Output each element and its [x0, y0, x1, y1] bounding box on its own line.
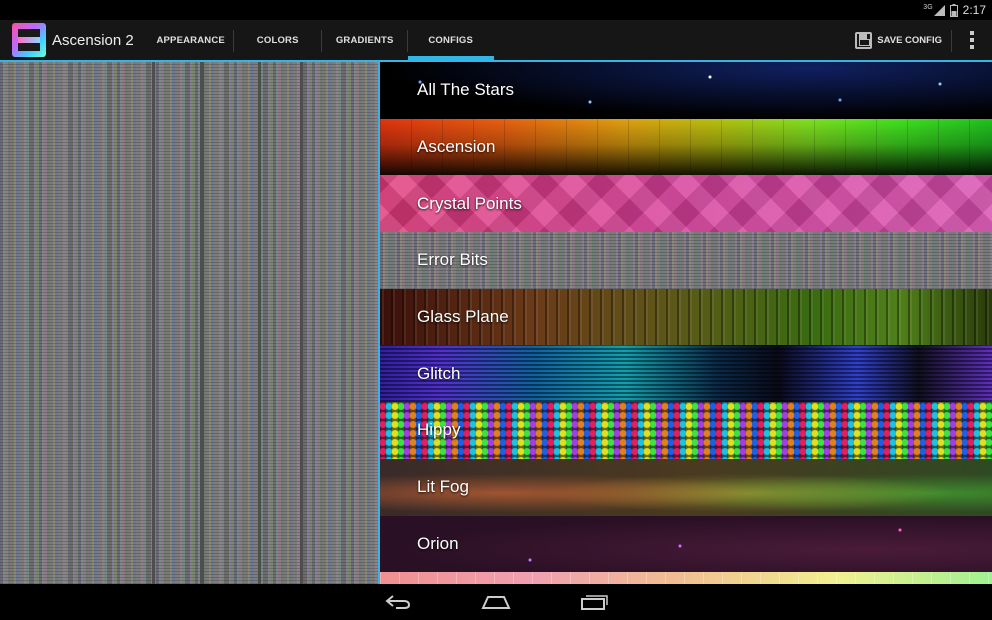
wallpaper-preview: [0, 62, 380, 584]
status-bar: 3G 2:17: [0, 0, 992, 20]
config-item-ascension[interactable]: Ascension: [380, 118, 992, 176]
config-label: Crystal Points: [417, 193, 522, 213]
config-label: Lit Fog: [417, 477, 469, 497]
signal-icon: [933, 4, 945, 16]
config-label: Hippy: [417, 420, 461, 440]
action-bar: Ascension 2 APPEARANCE COLORS GRADIENTS …: [0, 20, 992, 62]
config-item-lit-fog[interactable]: Lit Fog: [380, 458, 992, 516]
save-config-label: SAVE CONFIG: [877, 34, 942, 46]
tab-appearance[interactable]: APPEARANCE: [148, 20, 234, 60]
config-item-hippy[interactable]: Hippy: [380, 402, 992, 459]
config-item-crystal-points[interactable]: Crystal Points: [380, 175, 992, 233]
config-label: Error Bits: [417, 250, 488, 270]
app-icon[interactable]: [12, 23, 46, 57]
overflow-menu-icon[interactable]: [952, 20, 992, 60]
config-item-all-the-stars[interactable]: All The Stars: [380, 62, 992, 119]
recent-apps-icon[interactable]: [579, 591, 609, 613]
config-label: Glass Plane: [417, 307, 509, 327]
home-icon[interactable]: [481, 591, 511, 613]
config-label: All The Stars: [417, 80, 515, 100]
config-item-glass-plane[interactable]: Glass Plane: [380, 288, 992, 346]
clock: 2:17: [962, 3, 986, 17]
save-config-button[interactable]: SAVE CONFIG: [847, 20, 952, 60]
battery-icon: [949, 3, 958, 17]
config-item-orion[interactable]: Orion: [380, 515, 992, 573]
configs-list: All The Stars Ascension Crystal Points E…: [380, 62, 992, 584]
config-label: Orion: [417, 533, 459, 553]
tab-configs[interactable]: CONFIGS: [407, 20, 494, 60]
config-item-error-bits[interactable]: Error Bits: [380, 232, 992, 289]
back-icon[interactable]: [383, 591, 413, 613]
config-label: Glitch: [417, 363, 461, 383]
navigation-bar: [0, 584, 992, 620]
tab-colors[interactable]: COLORS: [234, 20, 322, 60]
tab-gradients[interactable]: GRADIENTS: [322, 20, 408, 60]
floppy-disk-icon: [855, 31, 873, 49]
network-type: 3G: [923, 3, 933, 11]
config-item-partial[interactable]: [380, 572, 992, 584]
app-title: Ascension 2: [52, 31, 134, 49]
config-label: Ascension: [417, 137, 496, 157]
config-item-glitch[interactable]: Glitch: [380, 345, 992, 403]
